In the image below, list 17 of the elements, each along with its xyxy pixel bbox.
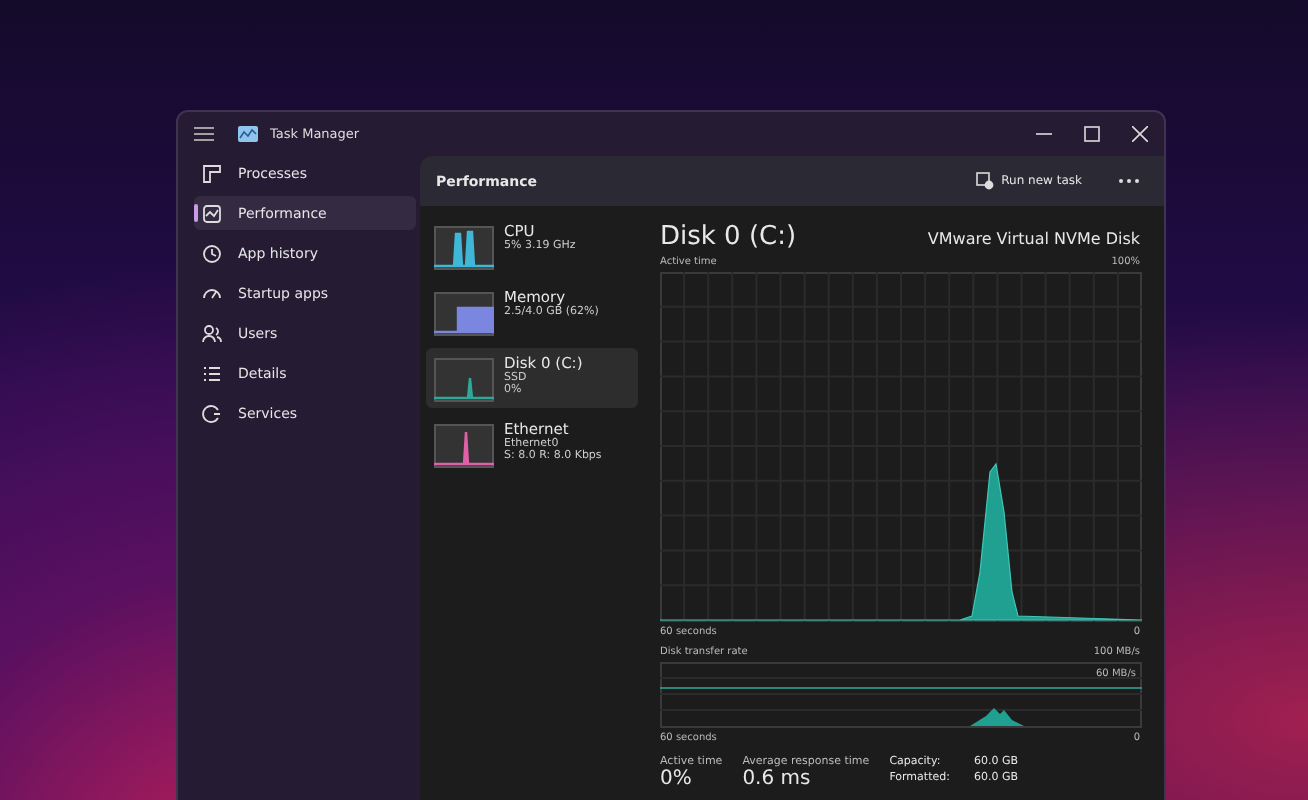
startup-icon <box>202 283 222 303</box>
disk-model: VMware Virtual NVMe Disk <box>927 230 1140 248</box>
history-icon <box>202 243 222 263</box>
stat-value: 0% <box>660 768 694 790</box>
stat-value: 0.6 ms <box>742 768 813 790</box>
performance-icon <box>202 203 222 223</box>
menu-icon[interactable] <box>194 126 214 142</box>
services-icon <box>202 403 222 423</box>
close-icon[interactable] <box>1132 126 1148 142</box>
maximize-icon[interactable] <box>1084 126 1100 142</box>
processes-icon <box>202 163 222 183</box>
more-options-icon[interactable] <box>1118 178 1140 184</box>
disk-title: Disk 0 (C:) <box>660 222 797 252</box>
app-icon <box>238 126 258 142</box>
run-task-icon <box>975 172 994 190</box>
details-icon <box>202 363 222 383</box>
users-icon <box>202 323 222 343</box>
